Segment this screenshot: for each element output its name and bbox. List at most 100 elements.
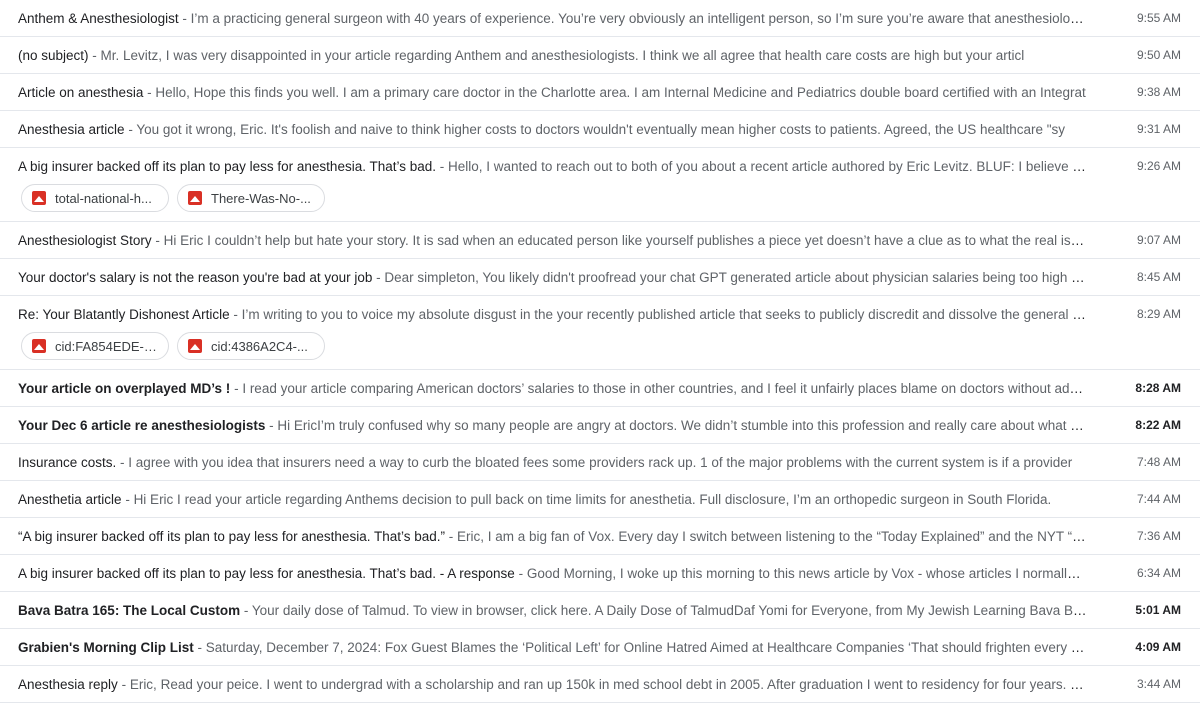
subject-snippet-separator: - <box>193 639 206 655</box>
email-snippet: I’m a practicing general surgeon with 40… <box>190 10 1111 26</box>
attachment-chip[interactable]: total-national-h... <box>21 184 169 212</box>
subject-snippet-separator: - <box>514 565 527 581</box>
image-icon <box>32 339 46 353</box>
email-subject: (no subject) <box>18 47 89 63</box>
email-preview: Anesthetia article - Hi Eric I read your… <box>18 492 1111 507</box>
email-row[interactable]: A big insurer backed off its plan to pay… <box>0 555 1200 592</box>
email-time: 8:22 AM <box>1135 418 1181 432</box>
email-snippet: Hi Eric I couldn’t help but hate your st… <box>163 232 1093 248</box>
email-preview: A big insurer backed off its plan to pay… <box>18 159 1111 174</box>
email-time: 9:31 AM <box>1136 122 1181 136</box>
email-row[interactable]: Anesthesiologist Story - Hi Eric I could… <box>0 222 1200 259</box>
subject-snippet-separator: - <box>178 10 191 26</box>
email-subject: Re: Your Blatantly Dishonest Article <box>18 306 230 322</box>
subject-snippet-separator: - <box>265 417 278 433</box>
email-row[interactable]: Anesthetia article - Hi Eric I read your… <box>0 481 1200 518</box>
email-row[interactable]: Your Dec 6 article re anesthesiologists … <box>0 407 1200 444</box>
email-snippet: Eric, I am a big fan of Vox. Every day I… <box>457 528 1111 544</box>
email-row[interactable]: Article on anesthesia - Hello, Hope this… <box>0 74 1200 111</box>
email-subject: Insurance costs. <box>18 454 117 470</box>
email-preview: Article on anesthesia - Hello, Hope this… <box>18 85 1111 100</box>
email-row[interactable]: (no subject) - Mr. Levitz, I was very di… <box>0 37 1200 74</box>
attachment-chips: total-national-h... There-Was-No-... <box>21 184 325 212</box>
attachment-chip[interactable]: cid:4386A2C4-... <box>177 332 325 360</box>
email-preview: (no subject) - Mr. Levitz, I was very di… <box>18 48 1111 63</box>
image-icon <box>32 191 46 205</box>
email-subject: Anesthesia article <box>18 121 125 137</box>
email-row[interactable]: Anesthesia reply - Eric, Read your peice… <box>0 666 1200 703</box>
email-row-line: Article on anesthesia - Hello, Hope this… <box>18 74 1200 110</box>
email-row[interactable]: Re: Your Blatantly Dishonest Article - I… <box>0 296 1200 370</box>
email-subject: Anesthesia reply <box>18 676 118 692</box>
attachment-chip[interactable]: cid:FA854EDE-1... <box>21 332 169 360</box>
email-row[interactable]: Your doctor's salary is not the reason y… <box>0 259 1200 296</box>
email-snippet: I’m writing to you to voice my absolute … <box>241 306 1108 322</box>
email-snippet: Hello, I wanted to reach out to both of … <box>448 158 1111 174</box>
email-preview: A big insurer backed off its plan to pay… <box>18 566 1111 581</box>
email-subject: Your article on overplayed MD’s ! <box>18 380 231 396</box>
email-subject: Anthem & Anesthesiologist <box>18 10 179 26</box>
email-subject: Grabien's Morning Clip List <box>18 639 194 655</box>
subject-snippet-separator: - <box>88 47 101 63</box>
attachment-name: cid:4386A2C4-... <box>211 338 308 354</box>
image-icon <box>188 191 202 205</box>
email-row[interactable]: Grabien's Morning Clip List - Saturday, … <box>0 629 1200 666</box>
email-snippet: You got it wrong, Eric. It's foolish and… <box>136 121 1066 137</box>
subject-snippet-separator: - <box>116 454 129 470</box>
attachment-chip[interactable]: There-Was-No-... <box>177 184 325 212</box>
email-row-line: A big insurer backed off its plan to pay… <box>18 555 1200 591</box>
email-preview: Your article on overplayed MD’s ! - I re… <box>18 381 1111 396</box>
email-row-line: Anesthetia article - Hi Eric I read your… <box>18 481 1200 517</box>
email-preview: Anesthesiologist Story - Hi Eric I could… <box>18 233 1111 248</box>
email-snippet: Hello, Hope this finds you well. I am a … <box>155 84 1086 100</box>
email-preview: Anesthesia article - You got it wrong, E… <box>18 122 1111 137</box>
email-time: 9:55 AM <box>1136 11 1181 25</box>
email-time: 3:44 AM <box>1136 677 1181 691</box>
email-row[interactable]: Bava Batra 165: The Local Custom - Your … <box>0 592 1200 629</box>
email-row-line: Insurance costs. - I agree with you idea… <box>18 444 1200 480</box>
email-preview: Re: Your Blatantly Dishonest Article - I… <box>18 307 1111 322</box>
email-subject: Article on anesthesia <box>18 84 144 100</box>
email-row[interactable]: Your article on overplayed MD’s ! - I re… <box>0 370 1200 407</box>
email-row-line: Bava Batra 165: The Local Custom - Your … <box>18 592 1200 628</box>
email-row[interactable]: “A big insurer backed off its plan to pa… <box>0 518 1200 555</box>
email-subject: Your doctor's salary is not the reason y… <box>18 269 373 285</box>
email-subject: Anesthesiologist Story <box>18 232 152 248</box>
email-row[interactable]: Anthem & Anesthesiologist - I’m a practi… <box>0 0 1200 37</box>
email-row[interactable]: Anesthesia article - You got it wrong, E… <box>0 111 1200 148</box>
email-preview: “A big insurer backed off its plan to pa… <box>18 529 1111 544</box>
subject-snippet-separator: - <box>117 676 130 692</box>
email-time: 9:50 AM <box>1136 48 1181 62</box>
email-list: Anthem & Anesthesiologist - I’m a practi… <box>0 0 1200 703</box>
attachment-name: cid:FA854EDE-1... <box>55 338 158 354</box>
email-preview: Anthem & Anesthesiologist - I’m a practi… <box>18 11 1111 26</box>
email-row-line: Your article on overplayed MD’s ! - I re… <box>18 370 1200 406</box>
email-row[interactable]: A big insurer backed off its plan to pay… <box>0 148 1200 222</box>
email-time: 6:34 AM <box>1136 566 1181 580</box>
attachment-chips: cid:FA854EDE-1... cid:4386A2C4-... <box>21 332 325 360</box>
subject-snippet-separator: - <box>436 158 449 174</box>
email-row[interactable]: Insurance costs. - I agree with you idea… <box>0 444 1200 481</box>
subject-snippet-separator: - <box>240 602 252 618</box>
email-snippet: I read your article comparing American d… <box>242 380 1111 396</box>
email-preview: Your Dec 6 article re anesthesiologists … <box>18 418 1111 433</box>
subject-snippet-separator: - <box>121 491 134 507</box>
email-subject: A big insurer backed off its plan to pay… <box>18 565 515 581</box>
image-icon <box>188 339 202 353</box>
email-time: 7:36 AM <box>1136 529 1181 543</box>
email-snippet: Eric, Read your peice. I went to undergr… <box>129 676 1111 692</box>
email-time: 4:09 AM <box>1135 640 1181 654</box>
email-time: 5:01 AM <box>1135 603 1181 617</box>
email-row-line: A big insurer backed off its plan to pay… <box>18 148 1200 184</box>
email-subject: A big insurer backed off its plan to pay… <box>18 158 437 174</box>
email-snippet: Saturday, December 7, 2024: Fox Guest Bl… <box>205 639 1111 655</box>
subject-snippet-separator: - <box>151 232 164 248</box>
email-snippet: Hi EricI’m truly confused why so many pe… <box>277 417 1111 433</box>
email-snippet: Your daily dose of Talmud. To view in br… <box>251 602 1111 618</box>
email-subject: Your Dec 6 article re anesthesiologists <box>18 417 266 433</box>
email-row-line: Anesthesia article - You got it wrong, E… <box>18 111 1200 147</box>
email-time: 7:44 AM <box>1136 492 1181 506</box>
subject-snippet-separator: - <box>445 528 457 544</box>
subject-snippet-separator: - <box>143 84 156 100</box>
email-row-line: Grabien's Morning Clip List - Saturday, … <box>18 629 1200 665</box>
